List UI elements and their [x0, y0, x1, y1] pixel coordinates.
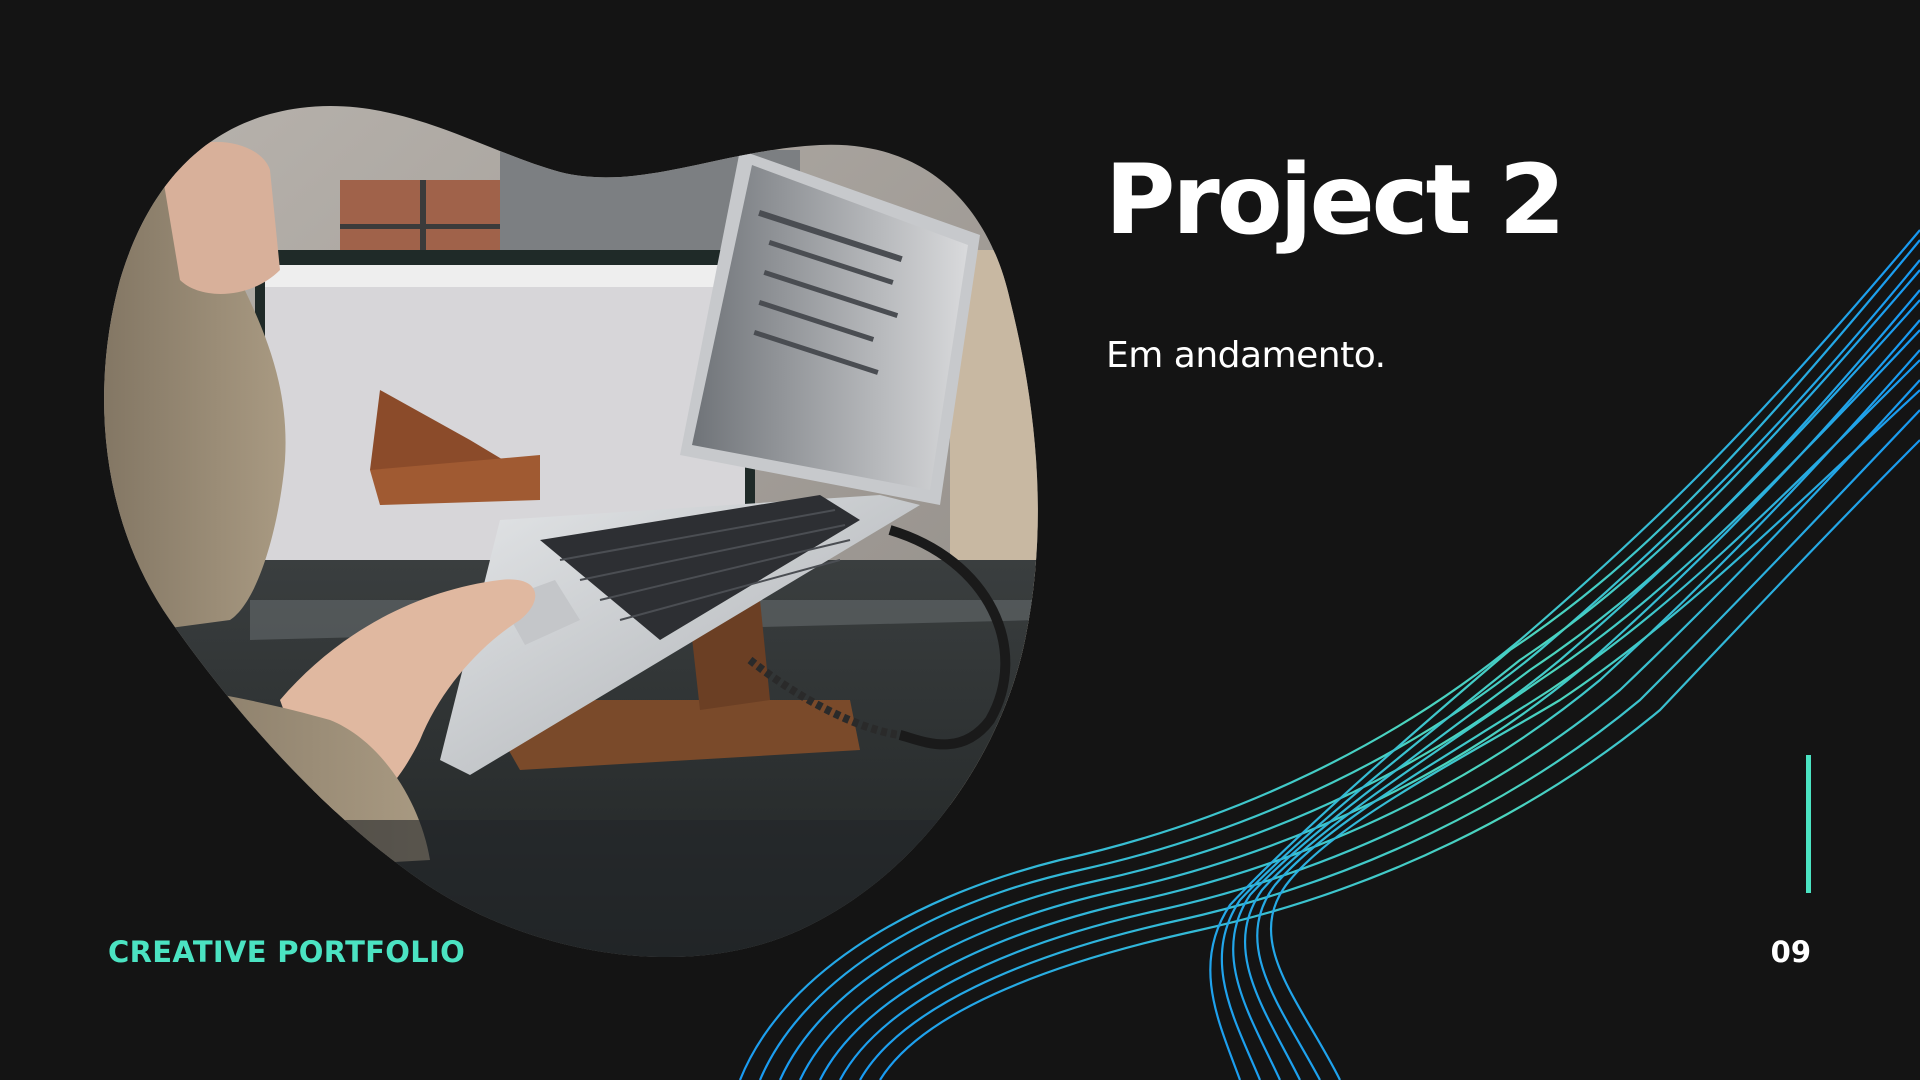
page-title: Project 2: [1105, 144, 1566, 256]
slide: Project 2 Em andamento. CREATIVE PORTFOL…: [0, 0, 1920, 1080]
footer-brand-label: CREATIVE PORTFOLIO: [108, 935, 466, 969]
project-status-text: Em andamento.: [1106, 335, 1386, 376]
page-number: 09: [1770, 935, 1811, 969]
project-photo: [104, 106, 1038, 958]
accent-divider: [1806, 755, 1811, 893]
